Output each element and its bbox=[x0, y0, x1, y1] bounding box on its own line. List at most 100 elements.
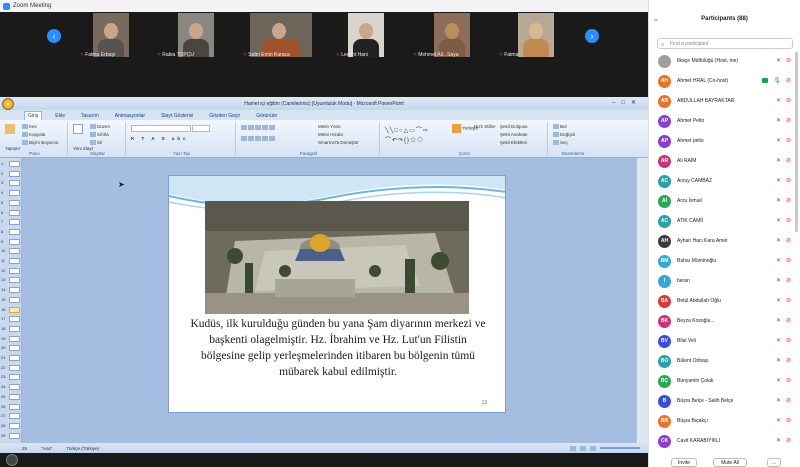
slide-thumbnail[interactable]: 23 bbox=[1, 374, 21, 381]
video-off-icon[interactable]: ⊘ bbox=[786, 177, 791, 184]
slide-body-text[interactable]: Kudüs, ilk kurulduğu günden bu yana Şam … bbox=[189, 316, 487, 380]
video-tile[interactable] bbox=[434, 13, 470, 57]
participant-row[interactable]: BK Beyza Kosoğlu... ✕ ⊘ bbox=[649, 312, 800, 331]
slide-thumbnail[interactable]: 29 bbox=[1, 432, 21, 439]
reset-button[interactable]: Sıfırla bbox=[90, 132, 109, 138]
participant-row[interactable]: BA Betül Abdullah Oğlu ✕ ⊘ bbox=[649, 292, 800, 311]
participant-row[interactable]: BB Büşra Bıçakçı ✕ ⊘ bbox=[649, 412, 800, 431]
list-buttons[interactable] bbox=[241, 125, 276, 131]
participant-row[interactable]: B Büşra Belçe - Salih Belçe ✕ ⊘ bbox=[649, 392, 800, 411]
mute-all-button[interactable]: Mute All bbox=[713, 458, 747, 467]
select-button[interactable]: Seç bbox=[553, 140, 568, 146]
participant-row[interactable]: Ilkaçe Müftülüğü (Host, me) ✕ ⊘ bbox=[649, 52, 800, 71]
slide-thumbnail[interactable]: 13 bbox=[1, 277, 21, 284]
mic-muted-icon[interactable]: ✕ bbox=[776, 197, 781, 204]
tab-design[interactable]: Tasarım bbox=[78, 112, 102, 120]
video-off-icon[interactable]: ⊘ bbox=[786, 97, 791, 104]
participant-row[interactable]: AH Ayhan Hacı Kara Amet ✕ ⊘ bbox=[649, 232, 800, 251]
mic-muted-icon[interactable]: ✕ bbox=[776, 317, 781, 324]
video-off-icon[interactable]: ⊘ bbox=[786, 297, 791, 304]
video-off-icon[interactable]: ⊘ bbox=[786, 397, 791, 404]
participant-list-scrollbar[interactable] bbox=[795, 52, 798, 232]
tab-animations[interactable]: Animasyonlar bbox=[112, 112, 148, 120]
participant-row[interactable]: BO Bülent Onbaşı ✕ ⊘ bbox=[649, 352, 800, 371]
participant-row[interactable]: AH Ahmet HRAL (Co-host) 🎙 ⊘ bbox=[649, 72, 800, 91]
mic-muted-icon[interactable]: ✕ bbox=[776, 177, 781, 184]
video-off-icon[interactable]: ⊘ bbox=[786, 217, 791, 224]
more-options-button[interactable]: ... bbox=[767, 458, 781, 467]
mic-muted-icon[interactable]: ✕ bbox=[776, 397, 781, 404]
video-off-icon[interactable]: ⊘ bbox=[786, 277, 791, 284]
mic-muted-icon[interactable]: ✕ bbox=[776, 97, 781, 104]
copy-button[interactable]: Kopyala bbox=[22, 132, 45, 138]
video-off-icon[interactable]: ⊘ bbox=[786, 437, 791, 444]
slide-thumbnail[interactable]: 2 bbox=[1, 170, 21, 177]
status-language[interactable]: Türkçe (Türkiye) bbox=[66, 446, 99, 451]
slide-thumbnail[interactable]: 3 bbox=[1, 180, 21, 187]
video-tile[interactable] bbox=[518, 13, 554, 57]
participant-row[interactable]: AB ABDULLAH BAYRAKTAR ✕ ⊘ bbox=[649, 92, 800, 111]
slide-thumbnail[interactable]: 1 bbox=[1, 161, 21, 167]
text-direction-button[interactable]: Metin Yönü bbox=[318, 124, 341, 129]
shape-effects-button[interactable]: Şekil Efektleri bbox=[500, 140, 527, 145]
slide-thumbnail[interactable]: 8 bbox=[1, 228, 21, 235]
participant-row[interactable]: AP Ahmet Pelto ✕ ⊘ bbox=[649, 112, 800, 131]
participant-row[interactable]: AR Ali RAİM ✕ ⊘ bbox=[649, 152, 800, 171]
find-button[interactable]: Bul bbox=[553, 124, 567, 130]
video-off-icon[interactable]: ⊘ bbox=[786, 197, 791, 204]
mic-muted-icon[interactable]: ✕ bbox=[776, 377, 781, 384]
mic-muted-icon[interactable]: ✕ bbox=[776, 237, 781, 244]
mic-muted-icon[interactable]: ✕ bbox=[776, 277, 781, 284]
font-name-box[interactable] bbox=[131, 125, 211, 133]
slide-thumbnail[interactable]: 9 bbox=[1, 238, 21, 245]
participant-row[interactable]: AC Arzuy CAMBAZ ✕ ⊘ bbox=[649, 172, 800, 191]
mic-muted-icon[interactable]: ✕ bbox=[776, 217, 781, 224]
participant-row[interactable]: Iberan ✕ ⊘ bbox=[649, 272, 800, 291]
shape-fill-button[interactable]: Şekil Dolgusu bbox=[500, 124, 528, 129]
participant-search-input[interactable]: ⌕ Find a participant bbox=[657, 38, 793, 49]
slide-thumbnail[interactable]: 20 bbox=[1, 345, 21, 352]
participant-row[interactable]: BÇ Bünyamin Çolak ✕ ⊘ bbox=[649, 372, 800, 391]
mic-muted-icon[interactable]: ✕ bbox=[776, 417, 781, 424]
slide-thumbnail[interactable]: 10 bbox=[1, 248, 21, 255]
mic-muted-icon[interactable]: ✕ bbox=[776, 57, 781, 64]
participant-row[interactable]: CK Cavit KARABIYIKLI ✕ ⊘ bbox=[649, 432, 800, 451]
mic-on-icon[interactable]: 🎙 bbox=[773, 77, 781, 84]
mic-muted-icon[interactable]: ✕ bbox=[776, 117, 781, 124]
participant-row[interactable]: AC ATIK CAMİİ ✕ ⊘ bbox=[649, 212, 800, 231]
video-off-icon[interactable]: ⊘ bbox=[786, 257, 791, 264]
window-controls[interactable]: –□✕ bbox=[612, 99, 642, 106]
slide-thumbnail[interactable]: 17 bbox=[1, 316, 21, 323]
video-off-icon[interactable]: ⊘ bbox=[786, 237, 791, 244]
vertical-scrollbar[interactable] bbox=[636, 158, 648, 443]
video-off-icon[interactable]: ⊘ bbox=[786, 357, 791, 364]
slide-thumbnail[interactable]: 18 bbox=[1, 325, 21, 332]
gallery-next-icon[interactable]: › bbox=[585, 29, 599, 43]
video-off-icon[interactable]: ⊘ bbox=[786, 377, 791, 384]
slide-thumbnail[interactable]: 14 bbox=[1, 287, 21, 294]
video-off-icon[interactable]: ⊘ bbox=[786, 137, 791, 144]
current-slide[interactable]: Kudüs, ilk kurulduğu günden bu yana Şam … bbox=[168, 175, 506, 413]
participant-row[interactable]: AP Ahmet pelto ✕ ⊘ bbox=[649, 132, 800, 151]
video-off-icon[interactable]: ⊘ bbox=[786, 417, 791, 424]
shapes-gallery[interactable]: ╲╲□○△▭⌒⇨ bbox=[385, 125, 429, 134]
slide-thumbnail[interactable]: 4 bbox=[1, 190, 21, 197]
replace-button[interactable]: Değiştir bbox=[553, 132, 575, 138]
video-off-icon[interactable]: ⊘ bbox=[786, 117, 791, 124]
gallery-prev-icon[interactable]: ‹ bbox=[47, 29, 61, 43]
slide-thumbnail[interactable]: 6 bbox=[1, 209, 21, 216]
align-buttons[interactable] bbox=[241, 136, 276, 142]
mic-muted-icon[interactable]: ✕ bbox=[776, 357, 781, 364]
slide-thumbnail[interactable]: 16 bbox=[1, 306, 21, 313]
mic-muted-icon[interactable]: ✕ bbox=[776, 337, 781, 344]
invite-button[interactable]: Invite bbox=[671, 458, 697, 467]
slide-thumbnail[interactable]: 11 bbox=[1, 258, 21, 264]
video-off-icon[interactable]: ⊘ bbox=[786, 317, 791, 324]
video-tile[interactable] bbox=[93, 13, 129, 57]
slide-thumbnail[interactable]: 21 bbox=[1, 355, 21, 361]
tab-review[interactable]: Gözden Geçir bbox=[206, 112, 243, 120]
tab-slideshow[interactable]: Slayt Gösterisi bbox=[158, 112, 196, 120]
video-tile[interactable] bbox=[250, 13, 312, 57]
cut-button[interactable]: Kes bbox=[22, 124, 37, 130]
participant-row[interactable]: BV Bilal Veli ✕ ⊘ bbox=[649, 332, 800, 351]
